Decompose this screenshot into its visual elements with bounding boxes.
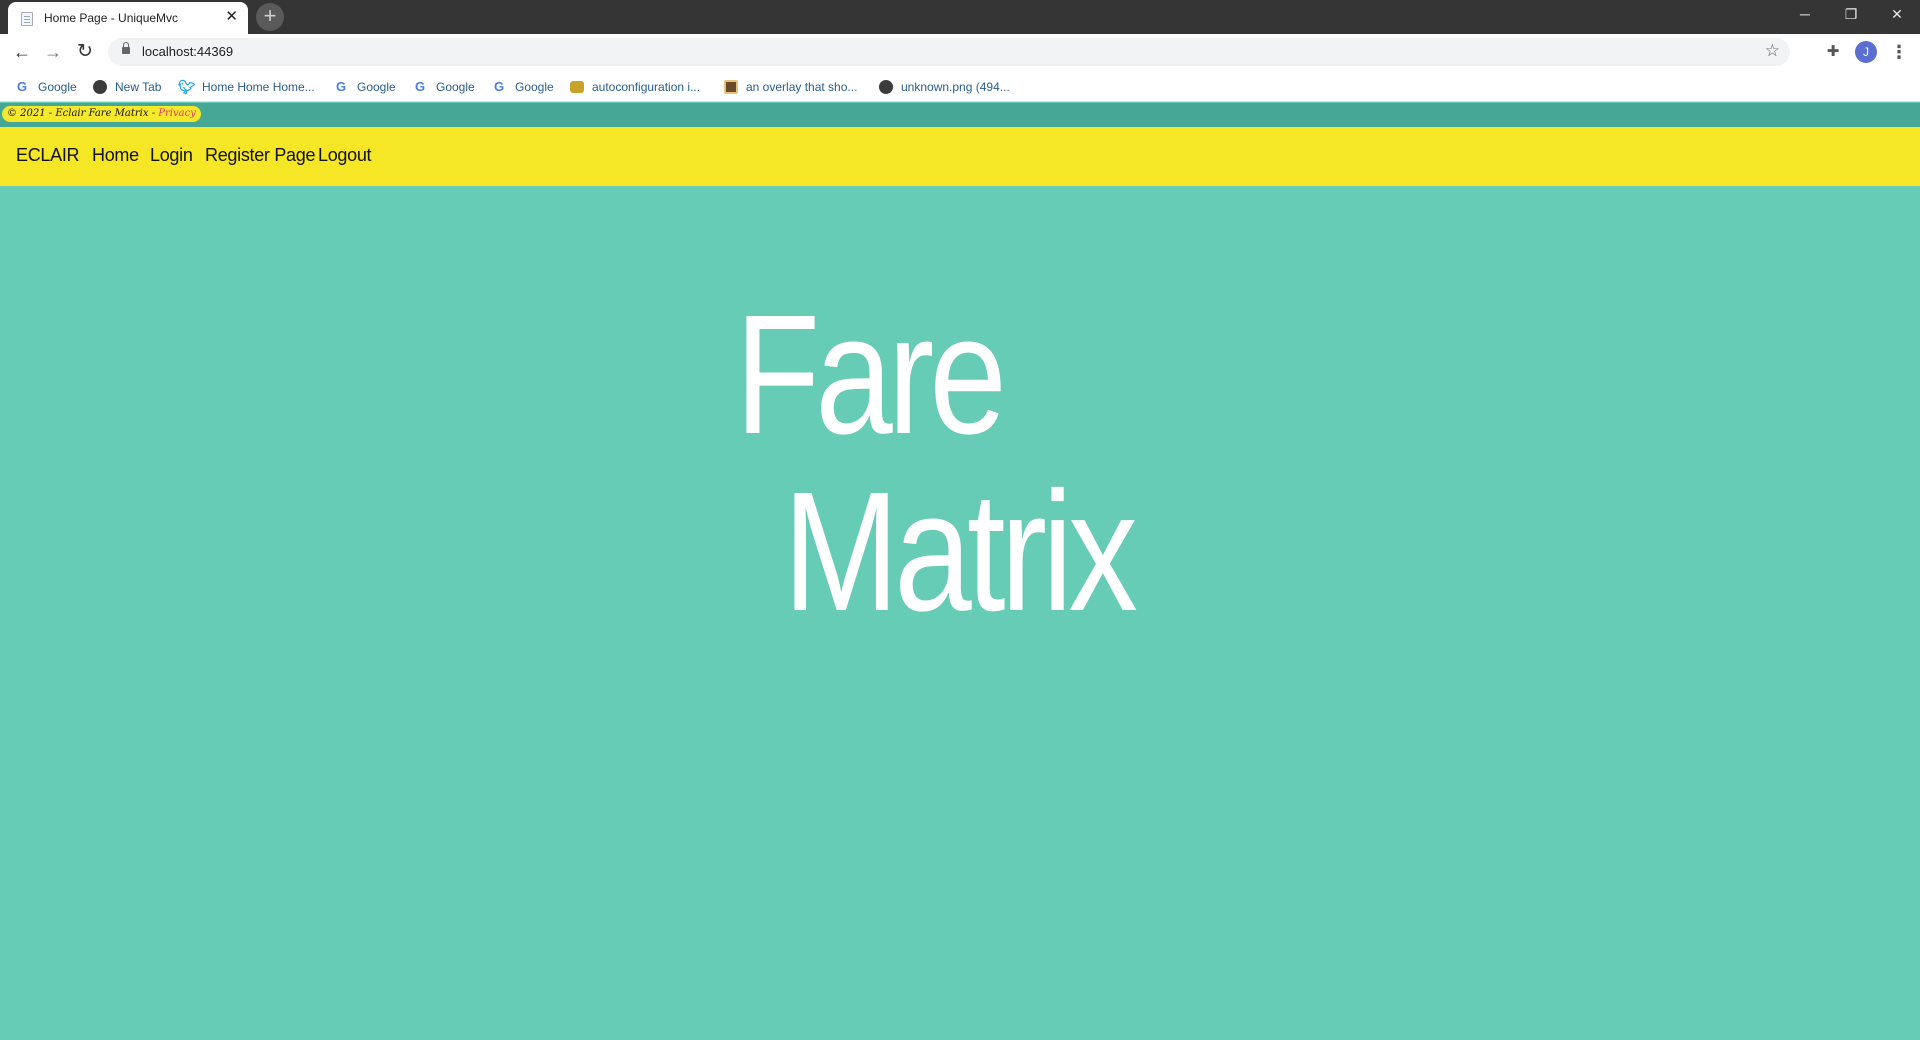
extensions-puzzle-icon[interactable]: ✚ bbox=[1823, 42, 1843, 62]
map-icon bbox=[724, 80, 738, 94]
address-bar[interactable]: localhost:44369 ☆ bbox=[108, 38, 1790, 66]
globe-icon bbox=[93, 80, 107, 94]
hero-title-line1: Fare bbox=[735, 280, 1007, 470]
site-navbar: ECLAIR Home Login Register Page Logout bbox=[0, 127, 1920, 186]
bookmark-item[interactable]: G Google bbox=[333, 78, 396, 96]
bookmark-item[interactable]: autoconfiguration i... bbox=[570, 78, 700, 96]
browser-tab-active[interactable]: Home Page - UniqueMvc ✕ bbox=[8, 2, 248, 34]
bookmark-label: New Tab bbox=[115, 80, 162, 94]
browser-toolbar: ← → ↻ localhost:44369 ☆ bbox=[0, 34, 1920, 70]
reload-icon[interactable]: ↻ bbox=[74, 41, 96, 63]
new-tab-button[interactable]: + bbox=[256, 3, 284, 31]
lock-icon[interactable] bbox=[122, 42, 130, 54]
bookmarks-bar: G Google New Tab 🐦︎ Home Home Home... G … bbox=[0, 70, 1920, 102]
brand-logo[interactable]: ECLAIR bbox=[16, 145, 80, 166]
google-icon: G bbox=[414, 79, 426, 94]
google-icon: G bbox=[335, 79, 347, 94]
bookmark-label: Google bbox=[38, 80, 77, 94]
tab-title: Home Page - UniqueMvc bbox=[44, 11, 179, 25]
bookmark-label: unknown.png (494... bbox=[901, 80, 1010, 94]
nav-link-home[interactable]: Home bbox=[92, 145, 139, 166]
bookmark-item[interactable]: 🐦︎ Home Home Home... bbox=[178, 78, 315, 96]
profile-avatar[interactable]: J bbox=[1855, 41, 1877, 63]
url-text[interactable]: localhost:44369 bbox=[142, 44, 233, 59]
bookmark-label: an overlay that sho... bbox=[746, 80, 858, 94]
bookmark-label: Google bbox=[357, 80, 396, 94]
hero-title-line2: Matrix bbox=[783, 457, 1138, 647]
bookmark-star-icon[interactable]: ☆ bbox=[1765, 41, 1780, 61]
page-favicon-icon bbox=[21, 12, 33, 26]
browser-menu-icon[interactable]: ⋮ bbox=[1890, 42, 1908, 62]
bookmark-label: Home Home Home... bbox=[202, 80, 315, 94]
bookmark-item[interactable]: G Google bbox=[14, 78, 77, 96]
puzzle-icon bbox=[570, 81, 584, 93]
bookmark-label: autoconfiguration i... bbox=[592, 80, 701, 94]
google-icon: G bbox=[16, 79, 28, 94]
window-restore-button[interactable]: ❐ bbox=[1828, 0, 1874, 28]
nav-link-register[interactable]: Register Page bbox=[205, 145, 315, 166]
window-minimize-button[interactable]: ─ bbox=[1782, 0, 1828, 28]
bookmark-label: Google bbox=[436, 80, 475, 94]
twitter-icon: 🐦︎ bbox=[178, 79, 196, 95]
browser-tab-strip: Home Page - UniqueMvc ✕ + ─ ❐ ✕ bbox=[0, 0, 1920, 34]
google-icon: G bbox=[493, 79, 505, 94]
nav-link-logout[interactable]: Logout bbox=[318, 145, 372, 166]
bookmark-label: Google bbox=[515, 80, 554, 94]
bookmark-item[interactable]: G Google bbox=[491, 78, 554, 96]
bookmark-item[interactable]: unknown.png (494... bbox=[879, 78, 1010, 96]
footer-text: © 2021 - Eclair Fare Matrix - bbox=[7, 108, 159, 119]
window-close-button[interactable]: ✕ bbox=[1874, 0, 1920, 28]
bookmark-item[interactable]: G Google bbox=[412, 78, 475, 96]
bookmark-item[interactable]: New Tab bbox=[93, 78, 161, 96]
back-arrow-icon[interactable]: ← bbox=[11, 41, 33, 63]
privacy-link[interactable]: Privacy bbox=[158, 108, 196, 119]
bookmark-item[interactable]: an overlay that sho... bbox=[724, 78, 857, 96]
nav-link-login[interactable]: Login bbox=[150, 145, 193, 166]
globe-icon bbox=[879, 80, 893, 94]
footer-strip: © 2021 - Eclair Fare Matrix - Privacy bbox=[0, 103, 1920, 127]
tab-close-icon[interactable]: ✕ bbox=[225, 8, 238, 26]
footer-copyright: © 2021 - Eclair Fare Matrix - Privacy bbox=[2, 106, 201, 122]
forward-arrow-icon[interactable]: → bbox=[42, 41, 64, 63]
